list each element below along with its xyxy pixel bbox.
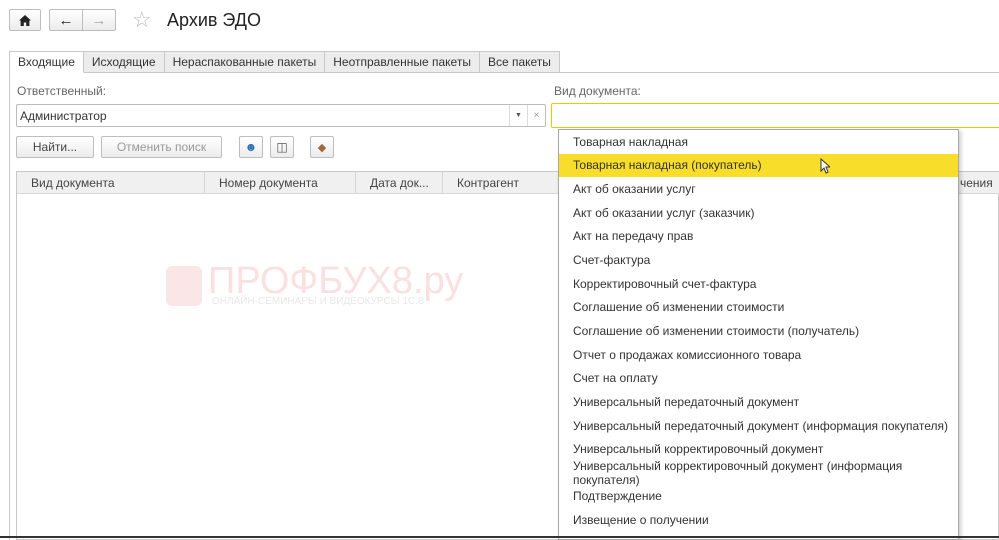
tab-bar: Входящие Исходящие Нераспакованные пакет… bbox=[9, 51, 560, 73]
doc-type-field[interactable] bbox=[551, 103, 999, 128]
responsible-value: Администратор bbox=[20, 108, 107, 123]
columns-button[interactable]: ◫ bbox=[270, 136, 294, 158]
content-border bbox=[9, 72, 10, 540]
arrow-left-icon: ← bbox=[58, 11, 74, 29]
tab-outgoing[interactable]: Исходящие bbox=[83, 51, 165, 73]
column-header-doc-number[interactable]: Номер документа bbox=[205, 172, 356, 194]
column-header-doc-date[interactable]: Дата док... bbox=[356, 172, 443, 194]
find-button[interactable]: Найти... bbox=[16, 136, 94, 158]
dropdown-item[interactable]: Универсальный передаточный документ (инф… bbox=[559, 414, 958, 438]
responsible-field[interactable]: Администратор ▼ × bbox=[16, 104, 546, 127]
arrow-right-icon: → bbox=[91, 11, 107, 29]
cancel-search-button[interactable]: Отменить поиск bbox=[101, 136, 222, 158]
home-button[interactable] bbox=[9, 9, 41, 31]
dropdown-item[interactable]: Подтверждение bbox=[559, 485, 958, 509]
column-header-doc-type[interactable]: Вид документа bbox=[17, 172, 205, 194]
dropdown-item[interactable]: Корректировочный счет-фактура bbox=[559, 272, 958, 296]
dropdown-item[interactable]: Извещение о получении bbox=[559, 508, 958, 532]
dropdown-item[interactable]: Соглашение об изменении стоимости (получ… bbox=[559, 319, 958, 343]
dropdown-item[interactable]: Счет-фактура bbox=[559, 248, 958, 272]
doc-type-dropdown-list: Товарная накладная Товарная накладная (по… bbox=[558, 129, 959, 540]
dropdown-item[interactable]: Акт об оказании услуг (заказчик) bbox=[559, 201, 958, 225]
mouse-cursor-icon bbox=[820, 158, 830, 174]
star-icon[interactable]: ☆ bbox=[132, 7, 152, 33]
dropdown-item[interactable]: Универсальный корректировочный документ bbox=[559, 437, 958, 461]
hierarchy-icon: ◆ bbox=[317, 141, 327, 154]
dropdown-item[interactable]: Акт на передачу прав bbox=[559, 225, 958, 249]
back-button[interactable]: ← bbox=[49, 9, 83, 31]
dropdown-arrow-icon[interactable]: ▼ bbox=[509, 105, 527, 126]
columns-icon: ◫ bbox=[276, 140, 288, 154]
tab-all[interactable]: Все пакеты bbox=[479, 51, 560, 73]
dropdown-item[interactable]: Товарная накладная bbox=[559, 130, 958, 154]
column-header-counterparty[interactable]: Контрагент bbox=[443, 172, 563, 194]
clear-icon[interactable]: × bbox=[527, 105, 545, 126]
user-filter-button[interactable]: ☻ bbox=[239, 136, 263, 158]
doc-type-label: Вид документа: bbox=[554, 84, 641, 98]
home-icon bbox=[19, 14, 31, 26]
page-title: Архив ЭДО bbox=[167, 10, 261, 30]
forward-button[interactable]: → bbox=[82, 9, 116, 31]
tab-unpacked[interactable]: Нераспакованные пакеты bbox=[164, 51, 326, 73]
tab-incoming[interactable]: Входящие bbox=[9, 51, 84, 73]
dropdown-item[interactable]: Отчет о продажах комиссионного товара bbox=[559, 343, 958, 367]
tab-unsent[interactable]: Неотправленные пакеты bbox=[325, 51, 480, 73]
dropdown-item[interactable]: Универсальный корректировочный документ … bbox=[559, 459, 958, 487]
dropdown-item[interactable]: Универсальный передаточный документ bbox=[559, 390, 958, 414]
dropdown-item[interactable]: Товарная накладная (покупатель) bbox=[559, 153, 958, 178]
tab-line bbox=[529, 72, 999, 73]
bottom-border bbox=[0, 536, 999, 538]
dropdown-item[interactable]: Соглашение об изменении стоимости bbox=[559, 295, 958, 319]
responsible-label: Ответственный: bbox=[17, 84, 107, 98]
hierarchy-button[interactable]: ◆ bbox=[310, 136, 334, 158]
user-icon: ☻ bbox=[244, 140, 258, 154]
dropdown-item[interactable]: Счет на оплату bbox=[559, 366, 958, 390]
dropdown-item[interactable]: Акт об оказании услуг bbox=[559, 177, 958, 201]
